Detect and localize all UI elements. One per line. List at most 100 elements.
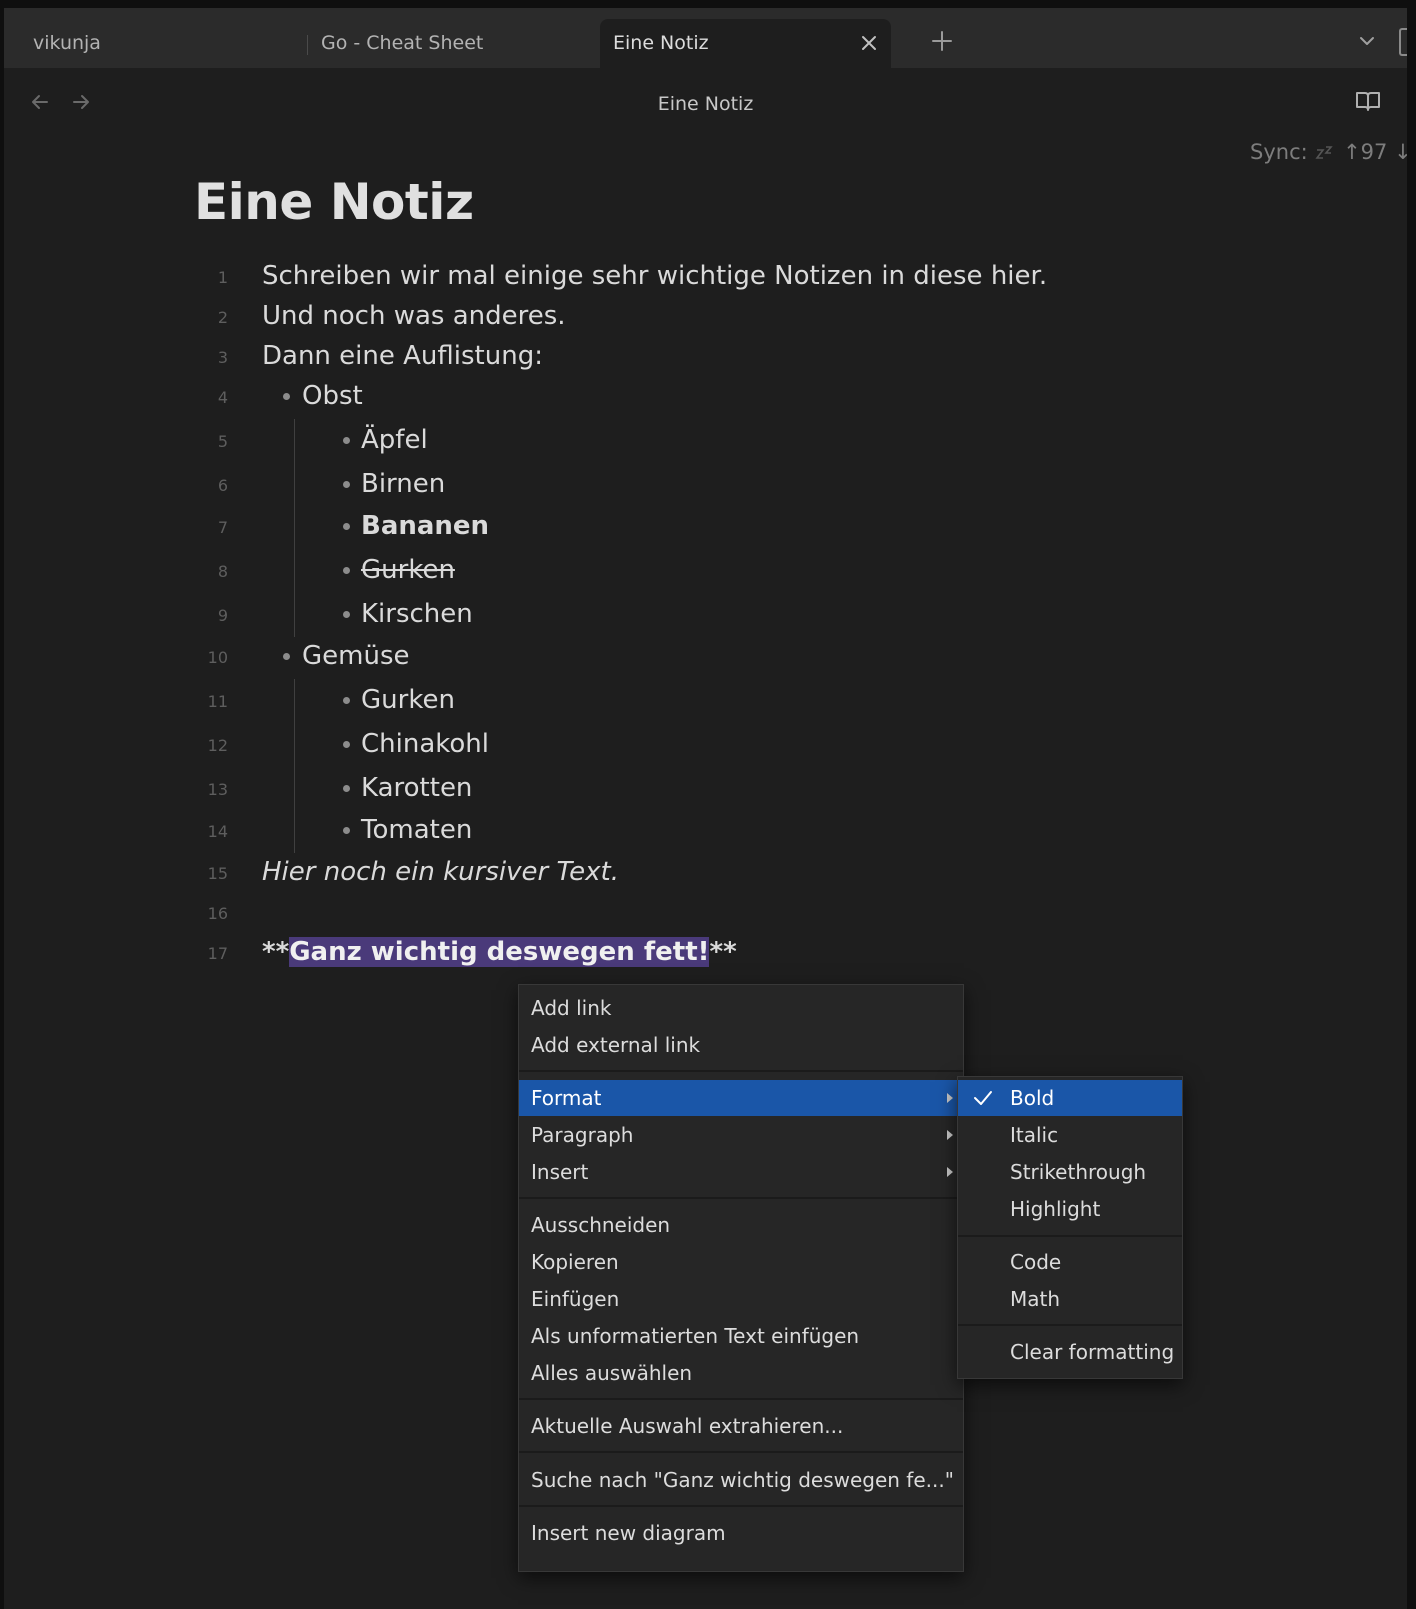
editor-line[interactable]: 17 **Ganz wichtig deswegen fett!** [4,934,1204,970]
editor-line[interactable]: 8 Gurken [4,552,1204,588]
editor-line[interactable]: 11 Gurken [4,682,1204,718]
editor-line[interactable]: 10 Gemüse [4,638,1204,674]
context-menu: Add link Add external link Format Paragr… [518,984,964,1572]
markdown-marker: ** [262,937,290,967]
markdown-marker: ** [709,937,737,967]
editor-line[interactable]: 3 Dann eine Auflistung: [4,338,1204,374]
tab-vikunja[interactable]: vikunja [20,19,306,68]
line-text: Obst [302,381,363,411]
line-text-italic: Hier noch ein kursiver Text. [262,857,619,887]
editor-line[interactable]: 9 Kirschen [4,596,1204,632]
menu-item-bold[interactable]: Bold [958,1080,1182,1116]
tab-label: vikunja [33,32,101,54]
editor-line[interactable]: 2 Und noch was anderes. [4,298,1204,334]
chevron-right-icon [947,1093,953,1103]
line-number: 16 [207,904,228,923]
menu-item-clear-formatting[interactable]: Clear formatting [958,1334,1182,1370]
menu-item-copy[interactable]: Kopieren [519,1244,963,1280]
menu-item-add-external-link[interactable]: Add external link [519,1027,963,1063]
menu-item-strikethrough[interactable]: Strikethrough [958,1154,1182,1190]
line-number: 7 [217,518,228,537]
menu-item-paragraph[interactable]: Paragraph [519,1117,963,1153]
menu-item-cut[interactable]: Ausschneiden [519,1207,963,1243]
menu-separator [519,1197,963,1199]
line-text-bold: **Ganz wichtig deswegen fett!** [262,934,737,970]
line-text-strikethrough: Gurken [361,555,455,585]
list-bullet [283,393,290,400]
editor-line[interactable]: 14 Tomaten [4,812,1204,848]
menu-item-paste-plain[interactable]: Als unformatierten Text einfügen [519,1318,963,1354]
line-text: Kirschen [361,599,473,629]
line-text: Karotten [361,773,473,803]
list-bullet [343,827,350,834]
menu-item-select-all[interactable]: Alles auswählen [519,1355,963,1391]
view-header: Eine Notiz [4,68,1407,126]
menu-separator [958,1235,1182,1237]
menu-item-format[interactable]: Format [519,1080,963,1116]
editor-line[interactable]: 5 Äpfel [4,422,1204,458]
tab-eine-notiz[interactable]: Eine Notiz [600,19,891,68]
line-text: Tomaten [361,815,473,845]
menu-item-insert[interactable]: Insert [519,1154,963,1190]
sleep-icon [1315,146,1334,159]
note-title[interactable]: Eine Notiz [194,173,474,231]
list-bullet [343,481,350,488]
editor-line[interactable]: 1 Schreiben wir mal einige sehr wichtige… [4,258,1204,294]
editor-line[interactable]: 13 Karotten [4,770,1204,806]
sync-up-count: ↑97 [1343,140,1388,164]
menu-item-italic[interactable]: Italic [958,1117,1182,1153]
list-bullet [283,653,290,660]
menu-item-search[interactable]: Suche nach "Ganz wichtig deswegen fe..." [519,1462,963,1498]
line-number: 3 [217,348,228,367]
line-number: 10 [207,648,228,667]
line-number: 15 [207,864,228,883]
menu-item-paste[interactable]: Einfügen [519,1281,963,1317]
line-text: Gemüse [302,641,410,671]
editor-line[interactable]: 12 Chinakohl [4,726,1204,762]
line-number: 4 [217,388,228,407]
editor-line[interactable]: 15 Hier noch ein kursiver Text. [4,854,1204,890]
menu-separator [958,1324,1182,1326]
tab-bar: vikunja Go - Cheat Sheet Eine Notiz [4,8,1407,68]
line-number: 14 [207,822,228,841]
chevron-right-icon [947,1130,953,1140]
line-text-bold: Bananen [361,511,490,541]
sync-down: ↓ [1394,140,1407,164]
selected-text: Ganz wichtig deswegen fett! [289,937,710,967]
editor-line[interactable]: 6 Birnen [4,466,1204,502]
sync-status: Sync: ↑97 ↓ [1250,140,1407,164]
editor-line[interactable]: 16 [4,894,1204,930]
line-number: 8 [217,562,228,581]
menu-item-code[interactable]: Code [958,1244,1182,1280]
chevron-right-icon [947,1167,953,1177]
line-text: Dann eine Auflistung: [262,341,543,371]
close-icon[interactable] [857,31,881,55]
menu-item-extract[interactable]: Aktuelle Auswahl extrahieren... [519,1408,963,1444]
list-bullet [343,741,350,748]
book-open-icon[interactable] [1355,90,1381,112]
line-number: 5 [217,432,228,451]
menu-item-math[interactable]: Math [958,1281,1182,1317]
chevron-down-icon[interactable] [1356,30,1378,52]
menu-separator [519,1398,963,1400]
line-text: Birnen [361,469,446,499]
sidebar-toggle-icon[interactable] [1399,28,1407,56]
line-text: Äpfel [361,425,428,455]
line-text: Schreiben wir mal einige sehr wichtige N… [262,261,1048,291]
menu-item-add-link[interactable]: Add link [519,990,963,1026]
editor-line[interactable]: 4 Obst [4,378,1204,414]
menu-item-insert-diagram[interactable]: Insert new diagram [519,1515,963,1551]
line-number: 17 [207,944,228,963]
list-bullet [343,785,350,792]
menu-separator [519,1451,963,1453]
tab-go-cheat-sheet[interactable]: Go - Cheat Sheet [308,19,598,68]
line-number: 6 [217,476,228,495]
menu-item-highlight[interactable]: Highlight [958,1191,1182,1227]
view-title: Eine Notiz [657,93,754,115]
line-number: 2 [217,308,228,327]
tab-label: Go - Cheat Sheet [321,32,484,54]
tab-label: Eine Notiz [613,32,709,54]
editor-line[interactable]: 7 Bananen [4,508,1204,544]
line-number: 13 [207,780,228,799]
plus-icon[interactable] [928,27,956,55]
